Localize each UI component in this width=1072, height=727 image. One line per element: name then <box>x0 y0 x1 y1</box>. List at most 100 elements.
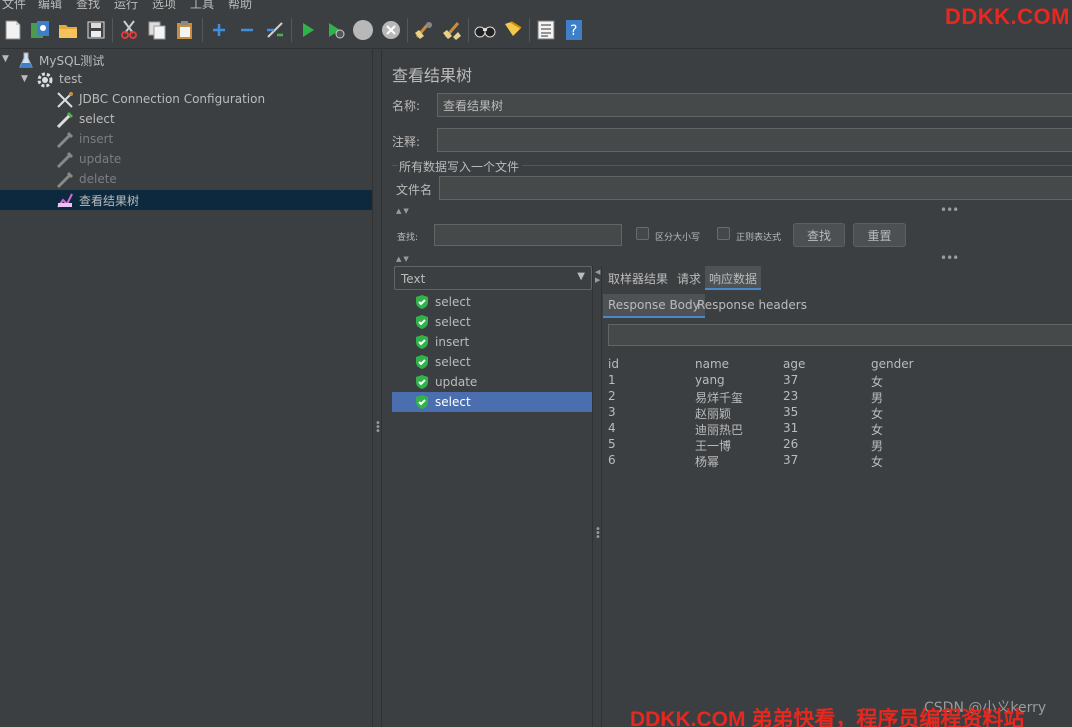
menu-tools[interactable]: 工具 <box>190 0 214 12</box>
result-label: update <box>435 375 478 389</box>
stop-icon[interactable] <box>352 19 374 41</box>
sampler-icon <box>56 151 74 169</box>
comment-label: 注释: <box>392 135 421 149</box>
response-search-input[interactable] <box>608 324 1072 346</box>
tree-node-plan[interactable]: ▼ MySQL测试 <box>0 50 372 70</box>
page-title: 查看结果树 <box>392 66 473 85</box>
menu-options[interactable]: 选项 <box>152 0 176 12</box>
tree-node-thread-group[interactable]: ▼ test <box>0 70 372 90</box>
renderer-select[interactable]: Text ▼ <box>394 266 592 290</box>
help-icon[interactable]: ? <box>563 19 585 41</box>
name-label: 名称: <box>392 99 421 113</box>
clear-all-icon[interactable] <box>441 19 463 41</box>
case-sensitive-checkbox[interactable] <box>636 227 649 240</box>
tree-label: insert <box>79 132 114 146</box>
chevron-down-icon[interactable]: ▼ <box>2 54 9 64</box>
filename-label: 文件名 <box>396 183 433 197</box>
result-label: select <box>435 315 471 329</box>
tab-request[interactable]: 请求 <box>673 266 705 290</box>
filename-field[interactable] <box>439 176 1072 200</box>
expand-icon[interactable] <box>208 19 230 41</box>
search-icon[interactable] <box>474 19 496 41</box>
save-icon[interactable] <box>85 19 107 41</box>
toggle-icon[interactable] <box>264 19 286 41</box>
drag-handle-icon[interactable]: • • • <box>375 419 381 437</box>
paste-icon[interactable] <box>174 19 196 41</box>
table-cell: 王一博 <box>695 439 732 453</box>
gear-icon <box>36 71 54 89</box>
tree-label: JDBC Connection Configuration <box>79 92 266 106</box>
menu-help[interactable]: 帮助 <box>228 0 252 12</box>
list-item[interactable]: select <box>392 352 592 372</box>
menu-search[interactable]: 查找 <box>76 0 100 12</box>
clear-icon[interactable] <box>413 19 435 41</box>
list-item[interactable]: select <box>392 292 592 312</box>
tab-sampler-result[interactable]: 取样器结果 <box>604 266 672 290</box>
table-cell: 2 <box>608 389 616 403</box>
success-shield-icon <box>416 375 428 389</box>
table-cell: 6 <box>608 453 616 467</box>
group-border <box>392 165 398 166</box>
tab-response-headers[interactable]: Response headers <box>692 294 812 318</box>
reset-button[interactable]: 重置 <box>853 223 906 247</box>
case-sensitive-label: 区分大小写 <box>655 233 701 243</box>
tab-response-body[interactable]: Response Body <box>603 294 705 318</box>
list-item[interactable]: select <box>392 392 592 412</box>
start-icon[interactable] <box>297 19 319 41</box>
tab-response-data[interactable]: 响应数据 <box>705 266 762 290</box>
list-item[interactable]: select <box>392 312 592 332</box>
list-item[interactable]: insert <box>392 332 592 352</box>
reset-search-icon[interactable] <box>502 19 524 41</box>
test-plan-tree: ▼ MySQL测试 ▼ test JDBC Connection Configu… <box>0 50 372 727</box>
success-shield-icon <box>416 335 428 349</box>
collapse-icon[interactable] <box>236 19 258 41</box>
tree-node-update[interactable]: update <box>0 150 372 170</box>
find-button[interactable]: 查找 <box>793 223 845 247</box>
open-icon[interactable] <box>57 19 79 41</box>
file-group-label: 所有数据写入一个文件 <box>399 160 520 174</box>
search-input[interactable] <box>434 224 622 246</box>
chevron-down-icon: ▼ <box>577 271 585 282</box>
table-cell: 男 <box>871 391 884 405</box>
success-shield-icon <box>416 295 428 309</box>
collapsible-divider[interactable]: ▲▼ ••• <box>392 203 1072 217</box>
shutdown-icon[interactable] <box>380 19 402 41</box>
collapsible-divider[interactable]: ▲▼ ••• <box>392 251 1072 265</box>
chevron-down-icon[interactable]: ▼ <box>21 74 28 84</box>
comment-field[interactable] <box>437 128 1072 152</box>
tree-label: delete <box>79 172 117 186</box>
cut-icon[interactable] <box>118 19 140 41</box>
table-cell: 23 <box>783 389 799 403</box>
list-item[interactable]: update <box>392 372 592 392</box>
copy-icon[interactable] <box>146 19 168 41</box>
menu-file[interactable]: 文件 <box>2 0 26 12</box>
tree-label: select <box>79 112 115 126</box>
function-helper-icon[interactable] <box>535 19 557 41</box>
result-splitter[interactable]: ◀ ▶ • • • <box>592 266 601 727</box>
tree-node-jdbc-config[interactable]: JDBC Connection Configuration <box>0 90 372 110</box>
templates-icon[interactable] <box>29 19 51 41</box>
table-cell: 31 <box>783 421 799 435</box>
table-cell: 女 <box>871 423 884 437</box>
tree-node-delete[interactable]: delete <box>0 170 372 190</box>
table-cell: 易烊千玺 <box>695 391 744 405</box>
table-cell: 男 <box>871 439 884 453</box>
drag-handle-icon[interactable]: ◀ ▶ <box>595 269 600 284</box>
new-icon[interactable] <box>2 19 24 41</box>
table-cell: 1 <box>608 373 616 387</box>
table-cell: 3 <box>608 405 616 419</box>
tree-node-insert[interactable]: insert <box>0 130 372 150</box>
regex-checkbox[interactable] <box>717 227 730 240</box>
table-header: name <box>695 357 730 371</box>
tree-node-view-results-tree[interactable]: 查看结果树 <box>0 190 372 210</box>
name-field[interactable] <box>437 93 1072 117</box>
menu-run[interactable]: 运行 <box>114 0 138 12</box>
table-cell: 杨幂 <box>695 455 720 469</box>
start-no-pause-icon[interactable] <box>325 19 347 41</box>
tree-label: test <box>59 72 83 86</box>
renderer-value: Text <box>401 272 426 286</box>
menu-edit[interactable]: 编辑 <box>38 0 62 12</box>
result-detail: 取样器结果 请求 响应数据 Response Body Response hea… <box>601 266 1072 727</box>
main-splitter[interactable]: • • • <box>372 50 382 727</box>
tree-node-select[interactable]: select <box>0 110 372 130</box>
